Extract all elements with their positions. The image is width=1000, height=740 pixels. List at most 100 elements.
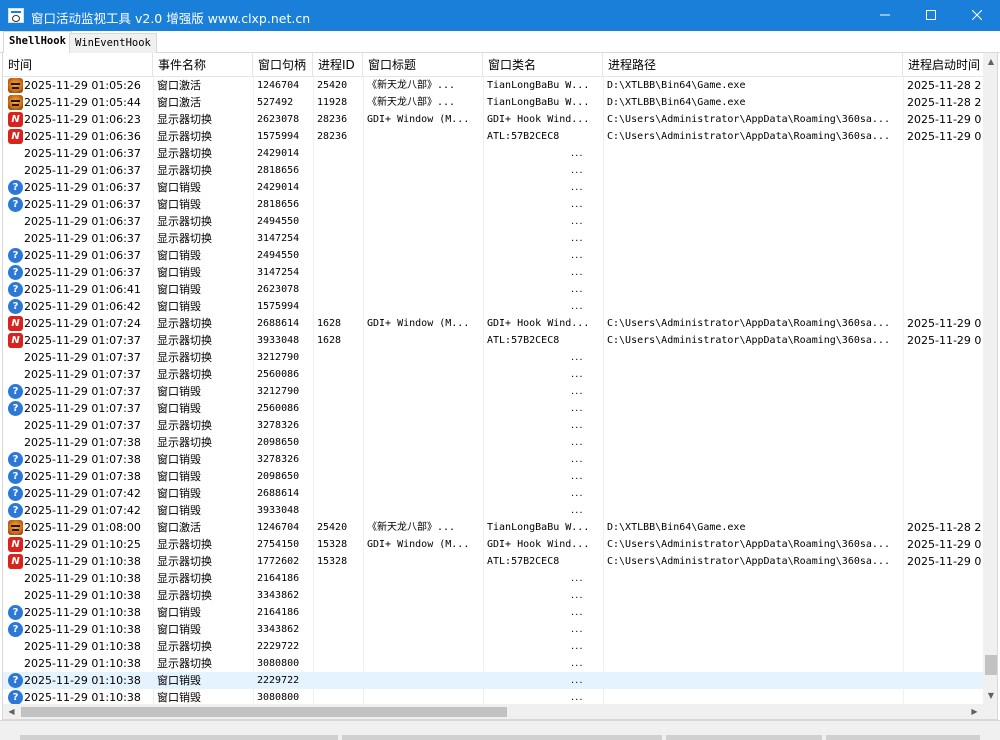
app-icon[interactable] [8, 8, 24, 23]
cell-time: 2025-11-29 01:05:26 [24, 79, 141, 92]
cell-event: 窗口销毁 [157, 487, 201, 500]
cell-time: 2025-11-29 01:06:41 [24, 283, 141, 296]
table-row[interactable]: N 2025-11-29 01:07:37 显示器切换 3933048 1628 ATL:… [3, 332, 983, 349]
vertical-scrollbar[interactable]: ▲ ▼ [983, 53, 997, 704]
column-header-time[interactable]: 时间 [3, 53, 153, 77]
table-row[interactable]: ? 2025-11-29 01:06:41 窗口销毁 2623078... [3, 281, 983, 298]
cell-window-title [367, 332, 481, 349]
cell-start-time [907, 145, 983, 162]
table-row[interactable]: N 2025-11-29 01:06:23 显示器切换 2623078 28236 GDI… [3, 111, 983, 128]
table-row[interactable]: ? 2025-11-29 01:06:37 窗口销毁 2429014... [3, 179, 983, 196]
table-row[interactable]: 2025-11-29 01:07:37 显示器切换 2560086... [3, 366, 983, 383]
table-row[interactable]: 2025-11-29 01:10:38 显示器切换 2164186... [3, 570, 983, 587]
table-row[interactable]: 2025-11-29 01:06:37 显示器切换 2429014... [3, 145, 983, 162]
table-row[interactable]: ? 2025-11-29 01:07:42 窗口销毁 3933048... [3, 502, 983, 519]
table-row[interactable]: ? 2025-11-29 01:07:37 窗口销毁 2560086... [3, 400, 983, 417]
column-header-handle[interactable]: 窗口句柄 [253, 53, 313, 77]
event-list-view[interactable]: 时间 事件名称 窗口句柄 进程ID 窗口标题 窗口类名 进程路径 进程启动时间 … [2, 53, 998, 720]
table-row[interactable]: ? 2025-11-29 01:07:37 窗口销毁 3212790... [3, 383, 983, 400]
cell-window-title: GDI+ Window (M... [367, 114, 470, 125]
cell-window-title [367, 162, 481, 179]
column-header-event[interactable]: 事件名称 [153, 53, 253, 77]
table-row[interactable]: N 2025-11-29 01:07:24 显示器切换 2688614 1628 GDI+… [3, 315, 983, 332]
cell-start-time [907, 655, 983, 672]
table-row[interactable]: ? 2025-11-29 01:10:38 窗口销毁 2229722... [3, 672, 983, 689]
column-header-pid[interactable]: 进程ID [313, 53, 363, 77]
cell-event: 显示器切换 [157, 164, 212, 177]
cell-time: 2025-11-29 01:10:38 [24, 623, 141, 636]
scroll-right-arrow-icon[interactable]: ▶ [966, 704, 983, 719]
tab-shellhook[interactable]: ShellHook [3, 31, 72, 53]
cell-event: 窗口销毁 [157, 266, 201, 279]
cell-window-class: ... [571, 641, 584, 652]
table-row[interactable]: ? 2025-11-29 01:06:37 窗口销毁 2494550... [3, 247, 983, 264]
close-button[interactable] [954, 0, 1000, 31]
cell-time: 2025-11-29 01:07:37 [24, 351, 141, 364]
tab-wineventhook[interactable]: WinEventHook [69, 33, 157, 53]
horizontal-scroll-thumb[interactable] [21, 707, 507, 717]
cell-window-title [367, 468, 481, 485]
table-row[interactable]: ? 2025-11-29 01:10:38 窗口销毁 2164186... [3, 604, 983, 621]
cell-time: 2025-11-29 01:07:38 [24, 436, 141, 449]
question-icon: ? [8, 299, 23, 314]
scroll-left-arrow-icon[interactable]: ◀ [3, 704, 20, 719]
cell-event: 窗口销毁 [157, 674, 201, 687]
table-row[interactable]: 2025-11-29 01:06:37 显示器切换 3147254... [3, 230, 983, 247]
table-row[interactable]: 2025-11-29 01:08:00 窗口激活 1246704 25420 《新天龙八… [3, 519, 983, 536]
table-row[interactable]: 2025-11-29 01:06:37 显示器切换 2818656... [3, 162, 983, 179]
cell-start-time [907, 383, 983, 400]
cell-event: 窗口销毁 [157, 198, 201, 211]
cell-pid [317, 604, 362, 621]
cell-pid: 25420 [317, 80, 348, 91]
table-row[interactable]: 2025-11-29 01:05:44 窗口激活 527492 11928 《新天龙八部… [3, 94, 983, 111]
cell-handle: 2688614 [257, 488, 300, 499]
cell-time: 2025-11-29 01:06:37 [24, 198, 141, 211]
cell-process-path [607, 655, 899, 672]
cell-window-class: GDI+ Hook Wind... [487, 114, 590, 125]
table-row[interactable]: 2025-11-29 01:07:37 显示器切换 3278326... [3, 417, 983, 434]
table-row[interactable]: 2025-11-29 01:05:26 窗口激活 1246704 25420 《新天龙八… [3, 77, 983, 94]
table-row[interactable]: ? 2025-11-29 01:07:38 窗口销毁 3278326... [3, 451, 983, 468]
maximize-button[interactable] [908, 0, 954, 31]
table-row[interactable]: N 2025-11-29 01:10:25 显示器切换 2754150 15328 GDI… [3, 536, 983, 553]
cell-event: 窗口销毁 [157, 453, 201, 466]
table-row[interactable]: 2025-11-29 01:10:38 显示器切换 3080800... [3, 655, 983, 672]
table-row[interactable]: ? 2025-11-29 01:07:38 窗口销毁 2098650... [3, 468, 983, 485]
cell-pid [317, 638, 362, 655]
table-row[interactable]: ? 2025-11-29 01:07:42 窗口销毁 2688614... [3, 485, 983, 502]
table-row[interactable]: ? 2025-11-29 01:06:37 窗口销毁 3147254... [3, 264, 983, 281]
table-row[interactable]: N 2025-11-29 01:06:36 显示器切换 1575994 28236 ATL… [3, 128, 983, 145]
cell-window-class: ATL:57B2CEC8 [487, 335, 560, 346]
scroll-up-arrow-icon[interactable]: ▲ [983, 53, 997, 70]
table-row[interactable]: ? 2025-11-29 01:10:38 窗口销毁 3343862... [3, 621, 983, 638]
cell-start-time [907, 451, 983, 468]
table-row[interactable]: 2025-11-29 01:10:38 显示器切换 2229722... [3, 638, 983, 655]
table-row[interactable]: N 2025-11-29 01:10:38 显示器切换 1772602 15328 ATL… [3, 553, 983, 570]
cell-window-title [367, 553, 481, 570]
cell-window-title: GDI+ Window (M... [367, 318, 470, 329]
table-row[interactable]: ? 2025-11-29 01:06:42 窗口销毁 1575994... [3, 298, 983, 315]
table-row[interactable]: ? 2025-11-29 01:06:37 窗口销毁 2818656... [3, 196, 983, 213]
column-header-process-path[interactable]: 进程路径 [603, 53, 903, 77]
cell-event: 显示器切换 [157, 215, 212, 228]
scroll-down-arrow-icon[interactable]: ▼ [983, 687, 997, 704]
cell-window-class: TianLongBaBu W... [487, 522, 590, 533]
minimize-button[interactable] [862, 0, 908, 31]
question-icon: ? [8, 384, 23, 399]
title-bar[interactable]: 窗口活动监视工具 v2.0 增强版 www.clxp.net.cn [0, 0, 1000, 31]
cell-pid [317, 230, 362, 247]
column-header-start-time[interactable]: 进程启动时间 [903, 53, 983, 77]
cell-start-time [907, 672, 983, 689]
table-row[interactable]: 2025-11-29 01:10:38 显示器切换 3343862... [3, 587, 983, 604]
n-app-icon: N [8, 537, 23, 552]
table-row[interactable]: 2025-11-29 01:06:37 显示器切换 2494550... [3, 213, 983, 230]
table-row[interactable]: 2025-11-29 01:07:37 显示器切换 3212790... [3, 349, 983, 366]
vertical-scroll-thumb[interactable] [985, 655, 997, 675]
horizontal-scrollbar[interactable]: ◀ ▶ [3, 704, 983, 719]
column-header-window-class[interactable]: 窗口类名 [483, 53, 603, 77]
cell-window-title [367, 655, 481, 672]
table-row[interactable]: 2025-11-29 01:07:38 显示器切换 2098650... [3, 434, 983, 451]
cell-pid [317, 672, 362, 689]
question-icon: ? [8, 452, 23, 467]
column-header-window-title[interactable]: 窗口标题 [363, 53, 483, 77]
